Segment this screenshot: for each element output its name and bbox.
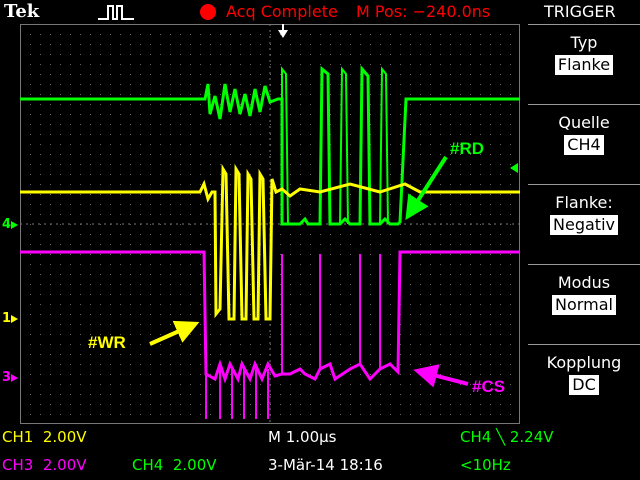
waveform-display: #RD #WR #CS <box>20 24 520 424</box>
menu-label: Modus <box>557 273 611 292</box>
ch1-scale: CH1 2.00V <box>2 428 87 446</box>
ch4-ground-marker[interactable]: 4 <box>2 218 11 232</box>
trigger-setting: CH4 ╲ 2.24V <box>460 428 554 446</box>
menu-value: Flanke <box>554 55 614 75</box>
menu-value: Normal <box>552 295 616 315</box>
menu-item-modus[interactable]: Modus Normal <box>528 264 640 344</box>
ch1-ground-marker[interactable]: 1 <box>2 312 11 326</box>
brand-logo: Tek <box>4 1 40 22</box>
wr-label: #WR <box>88 333 126 352</box>
timebase: M 1.00µs <box>268 428 337 446</box>
ch3-ground-marker[interactable]: 3 <box>2 371 11 385</box>
trigger-menu: Typ Flanke Quelle CH4 Flanke: Negativ Mo… <box>528 24 640 424</box>
pulse-icon <box>98 5 134 20</box>
menu-label: Flanke: <box>555 193 613 212</box>
menu-item-typ[interactable]: Typ Flanke <box>528 24 640 104</box>
trigger-level-marker-icon <box>510 163 518 173</box>
ch3-scale: CH3 2.00V <box>2 456 87 474</box>
menu-value: Negativ <box>550 215 618 235</box>
horizontal-position: M Pos: −240.0ns <box>356 2 491 21</box>
menu-value: CH4 <box>564 135 604 155</box>
date-time: 3-Mär-14 18:16 <box>268 456 383 474</box>
menu-label: Kopplung <box>546 353 622 372</box>
trigger-frequency: <10Hz <box>460 456 511 474</box>
ch3-marker-icon <box>11 374 18 382</box>
rd-label: #RD <box>450 139 484 158</box>
ch4-marker-icon <box>11 221 18 229</box>
menu-item-kopplung[interactable]: Kopplung DC <box>528 344 640 424</box>
menu-label: Typ <box>570 33 598 52</box>
menu-item-flanke[interactable]: Flanke: Negativ <box>528 184 640 264</box>
top-status-bar: Tek Acq Complete M Pos: −240.0ns TRIGGER <box>0 0 640 24</box>
acquisition-status: Acq Complete <box>226 2 338 21</box>
menu-value: DC <box>569 375 599 395</box>
menu-title: TRIGGER <box>544 2 616 21</box>
ch1-marker-icon <box>11 315 18 323</box>
acquisition-status-icon <box>200 4 216 20</box>
menu-label: Quelle <box>558 113 610 132</box>
ch4-scale: CH4 2.00V <box>132 456 217 474</box>
cs-label: #CS <box>472 377 505 396</box>
menu-item-quelle[interactable]: Quelle CH4 <box>528 104 640 184</box>
